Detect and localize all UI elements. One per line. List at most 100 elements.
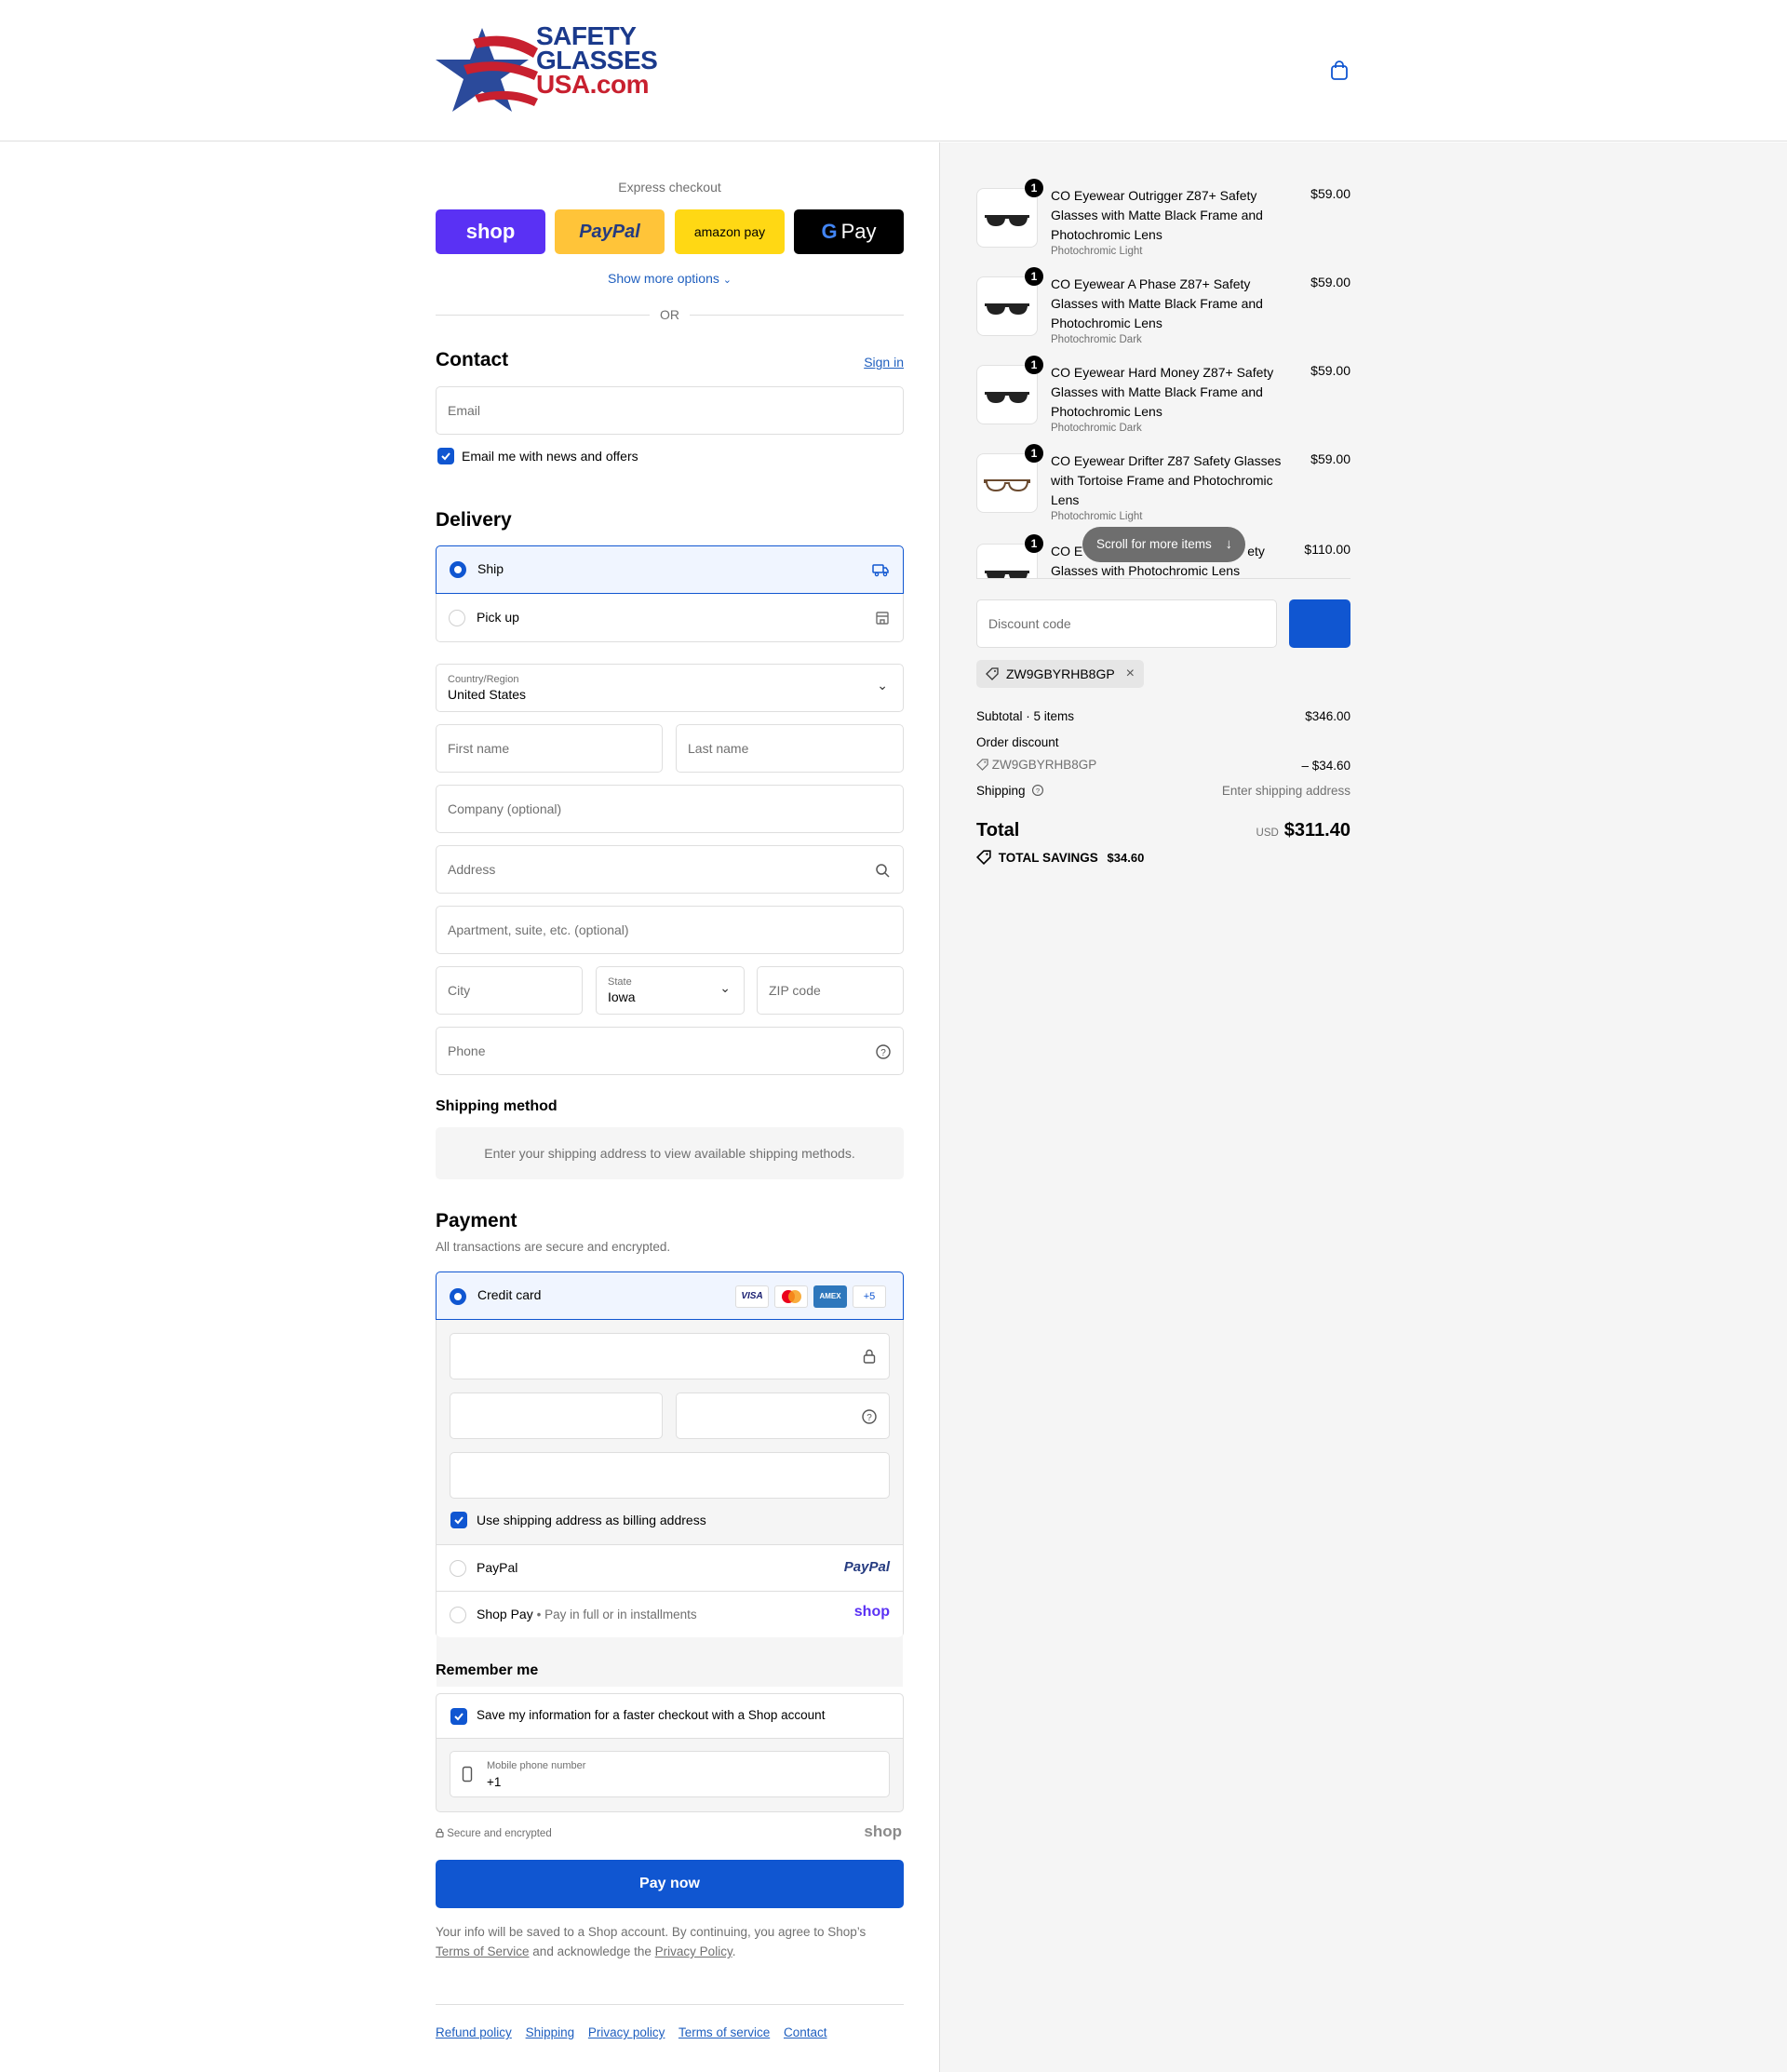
lock-icon — [863, 1349, 876, 1364]
product-variant: Photochromic Light — [1051, 511, 1143, 522]
truck-icon — [872, 564, 889, 577]
google-pay-button[interactable]: G Pay — [794, 209, 904, 254]
paypal-button[interactable]: PayPal — [555, 209, 665, 254]
city-field[interactable]: City — [436, 966, 583, 1015]
amazon-pay-button[interactable]: amazon pay — [675, 209, 785, 254]
product-variant: Photochromic Dark — [1051, 334, 1142, 345]
secure-notice: Secure and encrypted — [436, 1828, 552, 1839]
savings-label: TOTAL SAVINGS — [998, 851, 1098, 865]
news-checkbox[interactable] — [437, 448, 454, 464]
paypal-radio[interactable] — [450, 1560, 466, 1577]
company-placeholder: Company (optional) — [448, 801, 562, 816]
paypal-option[interactable]: PayPal PayPal — [437, 1544, 903, 1591]
mobile-phone-field[interactable]: Mobile phone number +1 — [450, 1751, 890, 1797]
glasses-icon — [985, 215, 1029, 226]
apartment-placeholder: Apartment, suite, etc. (optional) — [448, 922, 629, 937]
footer-links: Refund policy Shipping Privacy policy Te… — [436, 2025, 838, 2039]
refund-policy-link[interactable]: Refund policy — [436, 2025, 512, 2039]
help-icon[interactable]: ? — [875, 1043, 892, 1060]
remove-discount-icon[interactable]: × — [1126, 660, 1135, 688]
quantity-badge: 1 — [1025, 534, 1043, 553]
mobile-phone-icon — [462, 1766, 473, 1783]
sign-in-link[interactable]: Sign in — [864, 355, 904, 370]
cart-item: 1 CO Eyewear Outrigger Z87+ Safety Glass… — [976, 179, 1350, 268]
shop-pay-button[interactable]: shop — [436, 209, 545, 254]
shop-pay-radio[interactable] — [450, 1607, 466, 1623]
shipping-method-heading: Shipping method — [436, 1098, 558, 1114]
store-logo[interactable]: SAFETY GLASSES USA.com — [436, 20, 658, 123]
glasses-icon — [985, 303, 1029, 315]
quantity-badge: 1 — [1025, 356, 1043, 374]
name-on-card-field[interactable] — [450, 1452, 890, 1499]
legal-notice: Your info will be saved to a Shop accoun… — [436, 1922, 904, 1961]
shop-pay-option[interactable]: Shop Pay • Pay in full or in installment… — [437, 1591, 903, 1637]
cart-item: 1 CO Eyewear Hard Money Z87+ Safety Glas… — [976, 356, 1350, 445]
shop-pay-name: Shop Pay — [477, 1607, 533, 1621]
first-name-field[interactable]: First name — [436, 724, 663, 773]
phone-field[interactable]: Phone ? — [436, 1027, 904, 1075]
amex-icon: AMEX — [813, 1285, 847, 1308]
terms-of-service-link[interactable]: Terms of service — [679, 2025, 770, 2039]
quantity-badge: 1 — [1025, 179, 1043, 197]
credit-card-option[interactable]: Credit card VISA AMEX +5 — [436, 1271, 904, 1320]
payment-subtitle: All transactions are secure and encrypte… — [436, 1240, 671, 1254]
secure-label: Secure and encrypted — [447, 1828, 552, 1839]
security-code-field[interactable]: ? — [676, 1393, 890, 1439]
last-name-placeholder: Last name — [688, 741, 749, 756]
total-value-row: USD $311.40 — [976, 820, 1350, 841]
privacy-policy-link[interactable]: Privacy policy — [588, 2025, 665, 2039]
last-name-field[interactable]: Last name — [676, 724, 904, 773]
lock-icon — [436, 1828, 444, 1838]
pay-now-button[interactable]: Pay now — [436, 1860, 904, 1908]
product-thumbnail — [976, 276, 1038, 336]
apartment-field[interactable]: Apartment, suite, etc. (optional) — [436, 906, 904, 954]
mobile-phone-value: +1 — [487, 1775, 502, 1789]
privacy-link[interactable]: Privacy Policy — [655, 1944, 732, 1958]
logo-text-3: USA.com — [536, 70, 649, 99]
news-checkbox-label: Email me with news and offers — [462, 449, 638, 464]
country-select[interactable]: Country/Region United States ⌄ — [436, 664, 904, 712]
save-info-checkbox[interactable] — [450, 1708, 467, 1725]
shop-pay-label: shop — [465, 220, 516, 243]
cart-button[interactable] — [1329, 61, 1350, 81]
help-icon[interactable]: ? — [861, 1408, 878, 1425]
shop-logo: shop — [864, 1823, 902, 1840]
state-value: Iowa — [608, 989, 636, 1004]
discount-code-field[interactable]: Discount code — [976, 599, 1277, 648]
billing-checkbox[interactable] — [450, 1512, 467, 1528]
product-price: $59.00 — [1310, 363, 1350, 378]
or-divider-text: OR — [660, 307, 679, 322]
shipping-link[interactable]: Shipping — [526, 2025, 575, 2039]
contact-link[interactable]: Contact — [784, 2025, 827, 2039]
product-thumbnail — [976, 188, 1038, 248]
state-select[interactable]: State Iowa ⌄ — [596, 966, 745, 1015]
svg-text:?: ? — [867, 1413, 872, 1423]
address-field[interactable]: Address — [436, 845, 904, 894]
company-field[interactable]: Company (optional) — [436, 785, 904, 833]
delivery-heading: Delivery — [436, 509, 512, 531]
product-variant: Photochromic Light — [1051, 246, 1143, 257]
cart-item: 1 CO Eyewear Drifter Z87 Safety Glasses … — [976, 444, 1350, 533]
total-savings-row: TOTAL SAVINGS $34.60 — [976, 850, 1144, 865]
product-name: CO Eyewear Hard Money Z87+ Safety Glasse… — [1051, 365, 1274, 419]
contact-heading: Contact — [436, 349, 509, 370]
country-label: Country/Region — [448, 674, 519, 685]
scroll-for-more-button[interactable]: Scroll for more items ↓ — [1082, 527, 1245, 562]
card-number-field[interactable] — [450, 1333, 890, 1379]
save-info-row[interactable]: Save my information for a faster checkou… — [437, 1694, 903, 1739]
billing-checkbox-label: Use shipping address as billing address — [477, 1513, 706, 1527]
pickup-option[interactable]: Pick up — [436, 594, 904, 642]
apply-discount-button[interactable] — [1289, 599, 1350, 648]
zip-field[interactable]: ZIP code — [757, 966, 904, 1015]
legal-text-3: . — [732, 1944, 736, 1958]
terms-link[interactable]: Terms of Service — [436, 1944, 530, 1958]
expiration-field[interactable] — [450, 1393, 663, 1439]
ship-radio[interactable] — [450, 561, 466, 578]
ship-option[interactable]: Ship — [436, 545, 904, 594]
credit-card-radio[interactable] — [450, 1288, 466, 1305]
pickup-label: Pick up — [477, 610, 519, 625]
email-field[interactable]: Email — [436, 386, 904, 435]
pickup-radio[interactable] — [449, 610, 465, 626]
show-more-options-link[interactable]: Show more options ⌄ — [436, 271, 904, 286]
cart-items-list[interactable]: 1 CO Eyewear Outrigger Z87+ Safety Glass… — [940, 142, 1361, 578]
